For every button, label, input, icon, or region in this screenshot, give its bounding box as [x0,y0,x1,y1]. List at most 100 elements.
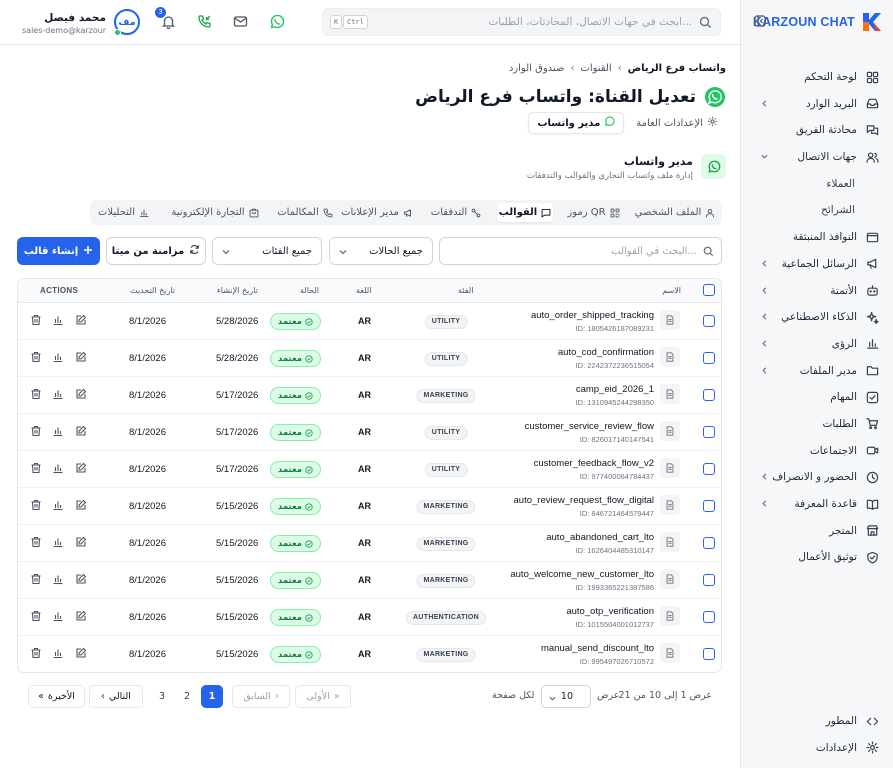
bar-chart-icon[interactable] [52,425,64,437]
column-header-category[interactable]: الفئة [458,286,473,295]
edit-icon[interactable] [75,314,87,326]
trash-icon[interactable] [30,610,42,622]
table-row[interactable]: auto_cod_confirmation ID: 22423722365150… [18,340,721,377]
sidebar-item[interactable]: جهات الاتصال [740,146,893,168]
page-button-3[interactable]: 3 [151,685,173,708]
bar-chart-icon[interactable] [52,536,64,548]
edit-icon[interactable] [75,536,87,548]
column-header-status[interactable]: الحالة [300,286,319,295]
row-checkbox[interactable] [703,426,715,438]
sidebar-item[interactable]: الحضور و الانصراف [740,466,893,488]
sidebar-item[interactable]: العملاء [740,173,893,195]
per-page-select[interactable]: 10 [541,685,591,708]
category-filter-select[interactable]: جميع الفئات [212,237,322,265]
table-row[interactable]: auto_otp_verification ID: 10155040010127… [18,599,721,636]
row-checkbox[interactable] [703,574,715,586]
bar-chart-icon[interactable] [52,499,64,511]
sidebar-item[interactable]: الذكاء الاصطناعي [740,306,893,328]
prev-page-button[interactable]: السابق › [232,685,290,708]
bar-chart-icon[interactable] [52,647,64,659]
trash-icon[interactable] [30,573,42,585]
edit-icon[interactable] [75,388,87,400]
template-search-input[interactable]: البحث في القوالب... [439,237,722,265]
edit-icon[interactable] [75,499,87,511]
row-checkbox[interactable] [703,463,715,475]
edit-icon[interactable] [75,425,87,437]
row-checkbox[interactable] [703,537,715,549]
template-name[interactable]: manual_send_discount_lto [541,643,654,654]
subtab[interactable]: التدفقات [425,203,487,222]
row-checkbox[interactable] [703,315,715,327]
status-filter-select[interactable]: جميع الحالات [329,237,433,265]
mail-icon[interactable] [232,13,249,30]
select-all-checkbox[interactable] [703,284,715,296]
row-checkbox[interactable] [703,352,715,364]
template-name[interactable]: auto_cod_confirmation [558,347,654,358]
column-header-language[interactable]: اللغة [356,286,371,295]
template-name[interactable]: auto_welcome_new_customer_lto [510,569,654,580]
template-name[interactable]: camp_eid_2026_1 [576,384,654,395]
edit-icon[interactable] [75,610,87,622]
whatsapp-icon[interactable] [268,13,285,30]
trash-icon[interactable] [30,647,42,659]
user-name[interactable]: محمد فيصل [22,12,106,24]
sidebar-item[interactable]: المطور [740,710,893,732]
table-row[interactable]: manual_send_discount_lto ID: 99549702671… [18,636,721,672]
sidebar-item[interactable]: المتجر [740,520,893,542]
sidebar-item[interactable]: المهام [740,386,893,408]
sidebar-collapse-icon[interactable] [754,15,766,27]
sidebar-item[interactable]: لوحة التحكم [740,66,893,88]
bar-chart-icon[interactable] [52,462,64,474]
subtab[interactable]: القوالب [497,203,553,222]
sidebar-item[interactable]: الأتمتة [740,280,893,302]
sidebar-item[interactable]: البريد الوارد [740,93,893,115]
bar-chart-icon[interactable] [52,388,64,400]
sidebar-item[interactable]: الرسائل الجماعية [740,253,893,275]
subtab[interactable]: المكالمات [277,203,333,222]
subtab[interactable]: التجارة الإلكترونية [161,203,269,222]
sidebar-item[interactable]: الاجتماعات [740,440,893,462]
template-name[interactable]: customer_service_review_flow [525,421,654,432]
edit-icon[interactable] [75,462,87,474]
breadcrumb-item-inbox[interactable]: صندوق الوارد [509,63,565,74]
trash-icon[interactable] [30,425,42,437]
first-page-button[interactable]: الأولى » [295,685,351,708]
column-header-created[interactable]: تاريخ الإنشاء [217,286,258,295]
bar-chart-icon[interactable] [52,610,64,622]
trash-icon[interactable] [30,462,42,474]
table-row[interactable]: auto_order_shipped_tracking ID: 18054261… [18,303,721,340]
table-row[interactable]: auto_review_request_flow_digital ID: 846… [18,488,721,525]
tab-general-settings[interactable]: الإعدادات العامة [628,112,726,134]
row-checkbox[interactable] [703,389,715,401]
row-checkbox[interactable] [703,500,715,512]
template-name[interactable]: customer_feedback_flow_v2 [534,458,654,469]
sidebar-item[interactable]: محادثة الفريق [740,119,893,141]
column-header-updated[interactable]: تاريخ التحديث [130,286,175,295]
create-template-button[interactable]: إنشاء قالب [17,237,100,265]
bar-chart-icon[interactable] [52,314,64,326]
edit-icon[interactable] [75,573,87,585]
trash-icon[interactable] [30,536,42,548]
sidebar-item[interactable]: توثيق الأعمال [740,546,893,568]
brand[interactable]: KARZOUN CHAT [753,10,882,34]
subtab[interactable]: مدير الإعلانات [337,203,417,222]
trash-icon[interactable] [30,314,42,326]
sidebar-item[interactable]: مدير الملفات [740,360,893,382]
row-checkbox[interactable] [703,648,715,660]
page-button-1[interactable]: 1 [201,685,223,708]
table-row[interactable]: customer_service_review_flow ID: 8260171… [18,414,721,451]
sidebar-item[interactable]: الإعدادات [740,737,893,759]
phone-incoming-icon[interactable] [196,13,213,30]
last-page-button[interactable]: « الأخيرة [28,685,85,708]
breadcrumb-item-channels[interactable]: القنوات [580,63,611,74]
sidebar-item[interactable]: قاعدة المعرفة [740,493,893,515]
sidebar-item[interactable]: الشرائح [740,199,893,221]
table-row[interactable]: camp_eid_2026_1 ID: 1310945244298350 MAR… [18,377,721,414]
subtab[interactable]: التحليلات [92,203,155,222]
subtab[interactable]: الملف الشخصي [632,203,718,222]
sync-from-meta-button[interactable]: مزامنة من ميتا [106,237,206,265]
page-button-2[interactable]: 2 [176,685,198,708]
template-name[interactable]: auto_order_shipped_tracking [531,310,654,321]
subtab[interactable]: رموز QR [561,203,626,222]
template-name[interactable]: auto_abandoned_cart_lto [546,532,654,543]
